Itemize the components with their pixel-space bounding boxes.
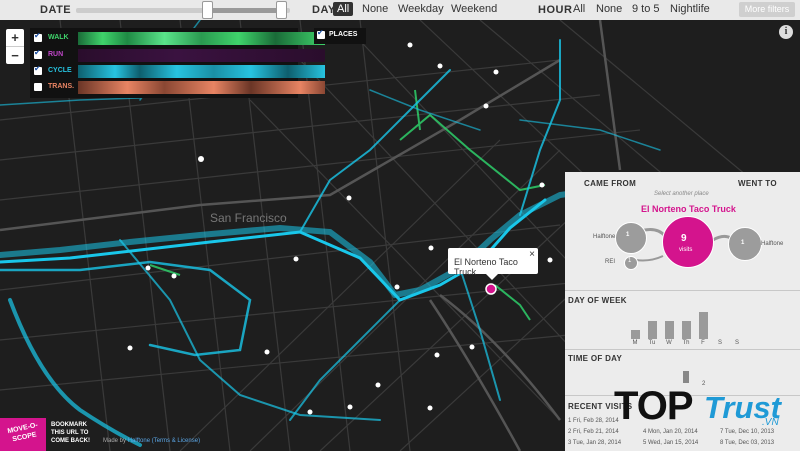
transit-activity-strip bbox=[78, 81, 325, 94]
day-bar bbox=[699, 312, 708, 339]
places-checkbox[interactable] bbox=[317, 28, 325, 39]
selected-place-marker[interactable] bbox=[485, 283, 497, 295]
day-bar bbox=[648, 321, 657, 339]
from-halftone-label: Halftone bbox=[593, 234, 616, 240]
run-checkbox[interactable] bbox=[34, 48, 42, 59]
from-rei-count: 1 bbox=[628, 258, 632, 264]
hour-label: HOUR bbox=[538, 4, 573, 16]
transit-checkbox[interactable] bbox=[34, 83, 42, 91]
cycle-checkbox[interactable] bbox=[34, 64, 42, 75]
day-bar bbox=[665, 321, 674, 339]
day-bar bbox=[682, 321, 691, 339]
move-o-scope-logo[interactable]: MOVE-O-SCOPE bbox=[0, 418, 46, 451]
hour-option-none[interactable]: None bbox=[592, 2, 626, 16]
popup-close-icon[interactable]: × bbox=[529, 249, 535, 260]
cycle-activity-strip bbox=[78, 65, 325, 78]
popup-tip bbox=[486, 274, 498, 280]
mode-legend: WALK RUN CYCLE TRANS. bbox=[30, 28, 325, 98]
day-label: Th bbox=[682, 340, 690, 346]
day-option-none[interactable]: None bbox=[358, 2, 392, 16]
date-label: DATE bbox=[40, 4, 72, 16]
zoom-out-button[interactable]: − bbox=[6, 47, 24, 64]
info-icon[interactable]: i bbox=[779, 25, 793, 39]
to-halftone-count: 1 bbox=[741, 240, 745, 246]
date-end-handle[interactable] bbox=[276, 1, 287, 19]
logo-text: MOVE-O-SCOPE bbox=[6, 421, 39, 444]
day-option-all[interactable]: All bbox=[333, 2, 354, 16]
hour-option-9to5[interactable]: 9 to 5 bbox=[628, 2, 664, 16]
divider bbox=[565, 290, 800, 291]
legend-row-cycle[interactable]: CYCLE bbox=[30, 64, 325, 80]
terms-link[interactable]: (Terms & License) bbox=[152, 438, 200, 444]
from-halftone-count: 1 bbox=[626, 232, 630, 238]
hour-option-nightlife[interactable]: Nightlife bbox=[666, 2, 714, 16]
legend-row-walk[interactable]: WALK bbox=[30, 31, 325, 47]
filter-bar: DATE DAY All None Weekday Weekend HOUR A… bbox=[0, 0, 800, 20]
select-place-hint: Select another place bbox=[654, 191, 709, 197]
credits: Made by Halftone (Terms & License) bbox=[103, 438, 200, 444]
date-range-slider[interactable] bbox=[76, 8, 290, 13]
watermark-vn: .VN bbox=[762, 417, 779, 428]
toptrust-watermark: TOP Trust .VN bbox=[612, 382, 798, 434]
day-label: S bbox=[734, 340, 739, 346]
walk-activity-strip bbox=[78, 32, 325, 45]
divider bbox=[565, 349, 800, 350]
places-toggle[interactable]: PLACES bbox=[314, 28, 366, 44]
place-popup: El Norteno Taco Truck × bbox=[448, 248, 538, 280]
walk-checkbox[interactable] bbox=[34, 31, 42, 42]
legend-row-transit[interactable]: TRANS. bbox=[30, 80, 325, 96]
halftone-link[interactable]: Halftone bbox=[128, 438, 150, 444]
hour-option-all[interactable]: All bbox=[569, 2, 589, 16]
day-option-weekend[interactable]: Weekend bbox=[447, 2, 501, 16]
panel-place-name: El Norteno Taco Truck bbox=[641, 204, 736, 214]
day-label: F bbox=[701, 340, 705, 346]
current-place-node bbox=[662, 216, 714, 268]
from-rei-label: REI bbox=[605, 259, 616, 265]
recent-visit-item[interactable]: 3 Tue, Jan 28, 2014 bbox=[568, 440, 621, 446]
made-by-text: Made by bbox=[103, 438, 127, 444]
day-label: M bbox=[632, 340, 638, 346]
visits-count: 9 bbox=[681, 233, 687, 244]
date-start-handle[interactable] bbox=[202, 1, 213, 19]
places-label: PLACES bbox=[329, 31, 358, 38]
date-range-fill bbox=[206, 8, 282, 13]
to-halftone-node[interactable] bbox=[728, 227, 762, 261]
went-to-heading: WENT TO bbox=[738, 179, 777, 188]
zoom-control: + − bbox=[6, 29, 24, 64]
watermark-top: TOP bbox=[614, 384, 694, 428]
day-bar bbox=[631, 330, 640, 339]
day-label: S bbox=[717, 340, 722, 346]
city-label: San Francisco bbox=[210, 211, 287, 225]
run-activity-strip bbox=[78, 49, 325, 62]
zoom-in-button[interactable]: + bbox=[6, 29, 24, 46]
day-label: W bbox=[666, 340, 672, 346]
walk-label: WALK bbox=[48, 34, 69, 41]
visits-label: visits bbox=[679, 247, 693, 253]
run-label: RUN bbox=[48, 51, 64, 58]
day-of-week-heading: DAY OF WEEK bbox=[568, 296, 627, 305]
time-of-day-heading: TIME OF DAY bbox=[568, 354, 623, 363]
legend-row-run[interactable]: RUN bbox=[30, 48, 325, 64]
day-option-weekday[interactable]: Weekday bbox=[394, 2, 448, 16]
more-filters-button[interactable]: More filters bbox=[739, 2, 795, 17]
transit-label: TRANS. bbox=[48, 83, 75, 90]
from-halftone-node[interactable] bbox=[615, 222, 647, 254]
to-halftone-label: Halftone bbox=[761, 241, 784, 247]
cycle-label: CYCLE bbox=[48, 67, 72, 74]
came-from-heading: CAME FROM bbox=[584, 179, 637, 188]
day-label: Tu bbox=[648, 340, 656, 346]
recent-visit-item[interactable]: 8 Tue, Dec 03, 2013 bbox=[720, 440, 774, 446]
bookmark-hint: BOOKMARK THIS URL TO COME BACK! bbox=[51, 422, 90, 444]
recent-visit-item[interactable]: 5 Wed, Jan 15, 2014 bbox=[643, 440, 698, 446]
